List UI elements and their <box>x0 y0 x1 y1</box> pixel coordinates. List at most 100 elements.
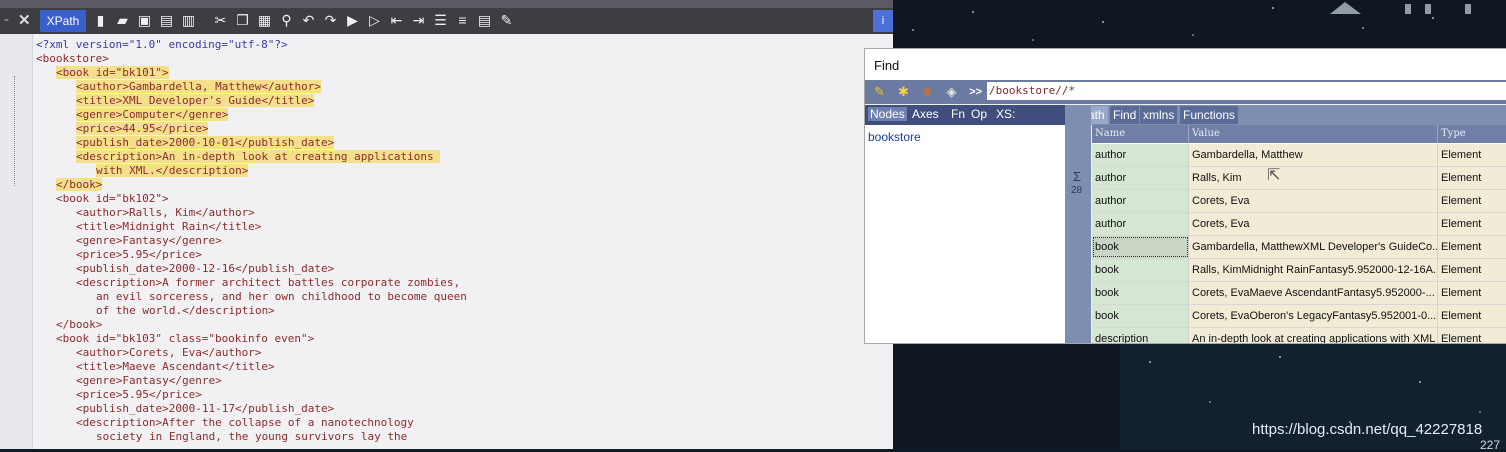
close-icon[interactable]: ✕ <box>18 11 31 29</box>
right-tab-find[interactable]: Find <box>1110 106 1140 124</box>
code-line: society in England, the young survivors … <box>96 430 408 443</box>
right-tab-functions[interactable]: Functions <box>1180 106 1239 124</box>
xpath-query-bar: ✎ ✱ ✸ ◈ >> <box>865 80 1506 104</box>
code-line: <?xml version="1.0" encoding="utf-8"?> <box>36 38 288 51</box>
code-line: <publish_date>2000-10-01</publish_date> <box>76 136 335 149</box>
table-row[interactable]: book Corets, EvaMaeve AscendantFantasy5.9… <box>1092 282 1506 305</box>
cell-name: author <box>1092 213 1189 235</box>
cell-type: Element <box>1438 213 1506 235</box>
align-left-icon[interactable]: ☰ <box>432 12 449 29</box>
undo-icon[interactable]: ↶ <box>300 12 317 29</box>
star-icon[interactable]: ✱ <box>895 83 912 101</box>
left-tab-nodes[interactable]: Nodes <box>868 107 907 121</box>
align-right-icon[interactable]: ≡ <box>454 12 471 29</box>
watermark-url: https://blog.csdn.net/qq_42227818 <box>1252 421 1483 438</box>
cell-type: Element <box>1438 190 1506 212</box>
paste-icon[interactable]: ▦ <box>256 12 273 29</box>
right-tab-xmlns[interactable]: xmlns <box>1140 106 1178 124</box>
code-line: <title>XML Developer's Guide</title> <box>76 94 315 107</box>
code-line: <price>44.95</price> <box>76 122 209 135</box>
table-row[interactable]: author Corets, Eva Element <box>1092 190 1506 213</box>
table-row[interactable]: description An in-depth look at creating … <box>1092 328 1506 343</box>
cell-name: book <box>1092 305 1189 327</box>
code-line: <genre>Fantasy</genre> <box>76 234 222 247</box>
cell-name: book <box>1092 282 1189 304</box>
table-row[interactable]: author Ralls, Kim Element <box>1092 167 1506 190</box>
minimize-icon[interactable]: ‑ <box>4 11 9 28</box>
cell-value: Ralls, KimMidnight RainFantasy5.952000-1… <box>1189 259 1438 281</box>
code-line: <author>Ralls, Kim</author> <box>76 206 255 219</box>
find-title-bar: Find <box>865 49 1506 80</box>
save-as-icon[interactable]: ▤ <box>158 12 175 29</box>
cell-type: Element <box>1438 259 1506 281</box>
code-line: <title>Midnight Rain</title> <box>76 220 262 233</box>
column-header-name[interactable]: Name <box>1092 125 1189 143</box>
cut-icon[interactable]: ✂ <box>212 12 229 29</box>
copy-icon[interactable]: ❐ <box>234 12 251 29</box>
find-title: Find <box>874 58 900 73</box>
open-folder-icon[interactable]: ▰ <box>114 12 131 29</box>
code-line: an evil sorceress, and her own childhood… <box>96 290 467 303</box>
code-line: <description>After the collapse of a nan… <box>76 416 414 429</box>
code-line: <publish_date>2000-11-17</publish_date> <box>76 402 335 415</box>
bookmark-next-icon[interactable]: ▷ <box>366 12 383 29</box>
edit-icon[interactable]: ✎ <box>498 12 515 29</box>
cell-name: book <box>1092 236 1189 258</box>
print-icon[interactable]: ▥ <box>180 12 197 29</box>
tree-node-bookstore[interactable]: bookstore <box>868 130 921 144</box>
new-file-icon[interactable]: ▮ <box>92 12 109 29</box>
left-tab-fn[interactable]: Fn <box>951 107 965 121</box>
info-button[interactable]: i <box>873 10 893 32</box>
cell-type: Element <box>1438 144 1506 166</box>
xpath-query-input[interactable] <box>987 82 1506 100</box>
results-grid: Name Value Type author Gambardella, Matthew E… <box>1092 125 1506 343</box>
cell-type: Element <box>1438 236 1506 258</box>
table-row[interactable]: author Gambardella, Matthew Element <box>1092 144 1506 167</box>
pencil-icon[interactable]: ✎ <box>871 83 888 101</box>
result-count-strip: Σ 28 <box>1065 105 1091 343</box>
indent-left-icon[interactable]: ⇤ <box>388 12 405 29</box>
xml-editor: ‑ ✕ XPath ▮ ▰ ▣ ▤ ▥ ✂ ❐ ▦ ⚲ ↶ ↷ ▶ ▷ ⇤ ⇥ ☰ ≡ ▤ ✎ i <?xml ve… <box>0 0 893 449</box>
cell-value: Corets, Eva <box>1189 213 1438 235</box>
left-tab-op[interactable]: Op <box>971 107 987 121</box>
code-line: <bookstore> <box>36 52 109 65</box>
line-gutter <box>0 34 33 449</box>
burst-icon[interactable]: ✸ <box>919 83 936 101</box>
table-row[interactable]: book Corets, EvaOberon's LegacyFantasy5.9… <box>1092 305 1506 328</box>
code-line: with XML.</description> <box>96 164 249 177</box>
result-count: 28 <box>1071 185 1083 196</box>
indent-right-icon[interactable]: ⇥ <box>410 12 427 29</box>
sigma-icon: Σ <box>1073 169 1082 184</box>
redo-icon[interactable]: ↷ <box>322 12 339 29</box>
code-line: <genre>Fantasy</genre> <box>76 374 222 387</box>
code-line: <genre>Computer</genre> <box>76 108 229 121</box>
save-icon[interactable]: ▣ <box>136 12 153 29</box>
column-header-value[interactable]: Value <box>1189 125 1438 143</box>
table-row[interactable]: book Ralls, KimMidnight RainFantasy5.9520… <box>1092 259 1506 282</box>
column-header-type[interactable]: Type <box>1438 125 1506 143</box>
table-row[interactable]: book Gambardella, MatthewXML Developer's … <box>1092 236 1506 259</box>
code-line: </book> <box>56 178 103 191</box>
code-line: <book id="bk102"> <box>56 192 169 205</box>
code-line: <description>A former architect battles … <box>76 276 461 289</box>
tag-icon[interactable]: ◈ <box>943 83 960 101</box>
table-row[interactable]: author Corets, Eva Element <box>1092 213 1506 236</box>
left-tab-strip: Nodes Axes Fn Op XS: <box>865 105 1065 125</box>
cell-name: author <box>1092 190 1189 212</box>
xml-code-area[interactable]: <?xml version="1.0" encoding="utf-8"?> <b… <box>36 38 891 449</box>
editor-top-strip <box>0 0 893 8</box>
left-tab-xs[interactable]: XS: <box>996 107 1015 121</box>
cell-type: Element <box>1438 305 1506 327</box>
xpath-toolbar-button[interactable]: XPath <box>40 10 86 32</box>
code-line: <author>Corets, Eva</author> <box>76 346 262 359</box>
left-tab-axes[interactable]: Axes <box>912 107 939 121</box>
code-line: <price>5.95</price> <box>76 248 202 261</box>
format-icon[interactable]: ▤ <box>476 12 493 29</box>
bookmark-icon[interactable]: ▶ <box>344 12 361 29</box>
find-window: Find ✎ ✱ ✸ ◈ >> Nodes Axes Fn Op XS: booksto… <box>864 48 1506 344</box>
cell-type: Element <box>1438 167 1506 189</box>
cell-name: book <box>1092 259 1189 281</box>
run-query-button[interactable]: >> <box>967 83 984 101</box>
code-line: <author>Gambardella, Matthew</author> <box>76 80 322 93</box>
search-icon[interactable]: ⚲ <box>278 12 295 29</box>
